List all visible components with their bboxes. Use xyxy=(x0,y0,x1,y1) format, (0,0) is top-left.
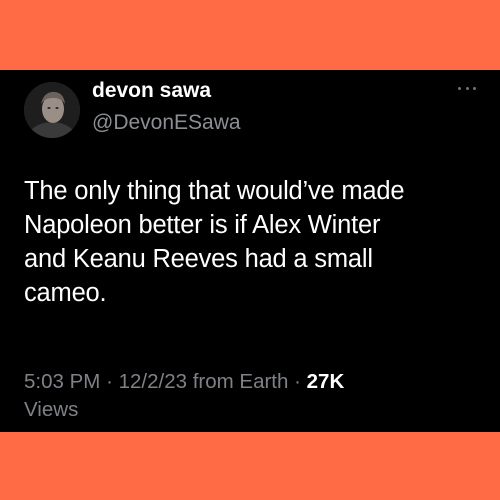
tweet-card: devon sawa @DevonESawa The only thing th… xyxy=(0,70,500,432)
separator: · xyxy=(294,370,301,393)
author-display-name[interactable]: devon sawa xyxy=(92,78,211,104)
separator: · xyxy=(106,370,113,393)
views-label: Views xyxy=(24,398,79,421)
tweet-text: The only thing that would’ve made Napole… xyxy=(24,174,494,310)
author-handle[interactable]: @DevonESawa xyxy=(92,110,241,136)
views-count: 27K xyxy=(306,370,345,393)
tweet-text-line: Napoleon better is if Alex Winter xyxy=(24,211,381,239)
tweet-text-line: and Keanu Reeves had a small xyxy=(24,245,373,273)
avatar[interactable] xyxy=(24,82,80,138)
tweet-text-line: cameo. xyxy=(24,279,107,307)
tweet-metadata: 5:03 PM · 12/2/23 from Earth · 27K Views xyxy=(24,368,474,424)
more-options-icon[interactable] xyxy=(458,84,476,92)
tweet-date[interactable]: 12/2/23 xyxy=(119,370,187,393)
tweet-text-line: The only thing that would’ve made xyxy=(24,177,405,205)
profile-photo-icon xyxy=(24,82,80,138)
tweet-location: from Earth xyxy=(192,370,289,393)
tweet-time[interactable]: 5:03 PM xyxy=(24,370,100,393)
